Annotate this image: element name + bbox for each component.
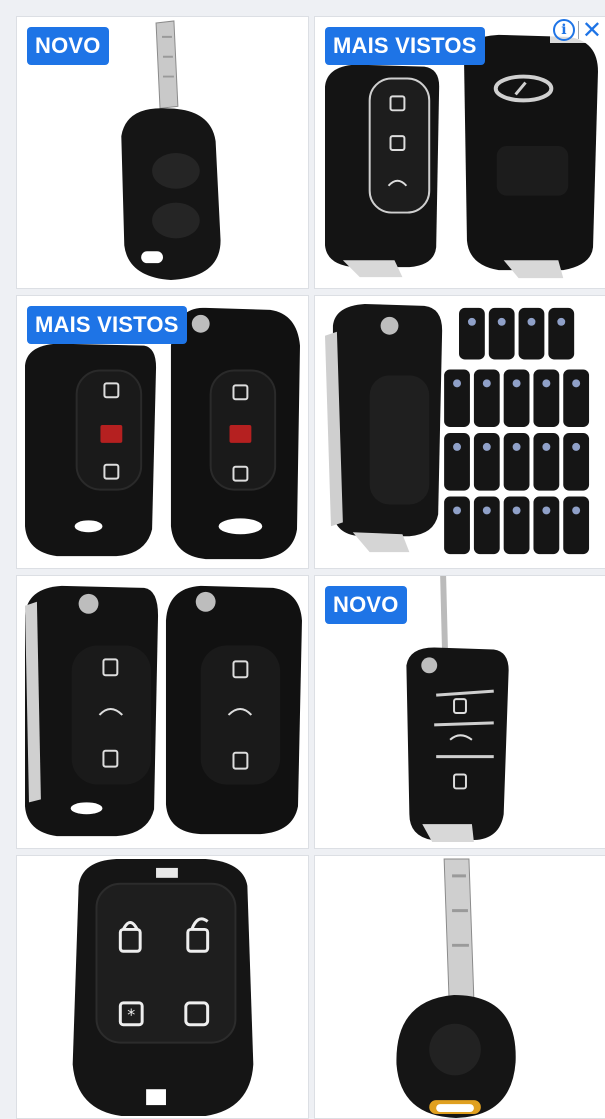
product-badge: MAIS VISTOS: [27, 306, 187, 344]
product-badge: NOVO: [27, 27, 109, 65]
ad-choices-divider: [577, 21, 579, 39]
transponder-key-image: [396, 858, 516, 1118]
alarm-remote-image: *: [72, 858, 254, 1117]
product-tile-5[interactable]: [16, 575, 309, 849]
product-tile-8[interactable]: [314, 855, 605, 1119]
product-tile-4[interactable]: [314, 295, 605, 569]
flip-key-bulk-image: [324, 303, 590, 555]
product-tile-3[interactable]: MAIS VISTOS: [16, 295, 309, 569]
product-grid: NOVO MAIS VISTOS MAIS VISTOS NOVO *: [16, 16, 605, 1119]
ad-choices: i ✕: [549, 17, 605, 43]
close-icon[interactable]: ✕: [582, 18, 602, 42]
flip-key-image: [25, 585, 302, 837]
product-tile-2[interactable]: MAIS VISTOS: [314, 16, 605, 289]
product-badge: MAIS VISTOS: [325, 27, 485, 65]
product-tile-1[interactable]: NOVO: [16, 16, 309, 289]
info-icon[interactable]: i: [552, 19, 575, 41]
product-tile-7[interactable]: *: [16, 855, 309, 1119]
product-badge: NOVO: [325, 586, 407, 624]
product-tile-6[interactable]: NOVO: [314, 575, 605, 849]
svg-text:*: *: [127, 1005, 135, 1024]
